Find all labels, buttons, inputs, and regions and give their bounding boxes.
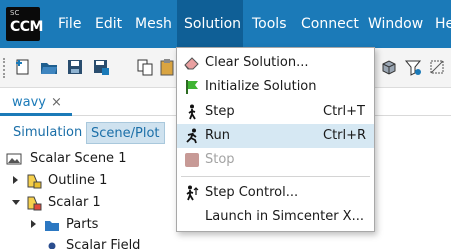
tree-item-scalar-scene[interactable]: Scalar Scene 1 (0, 148, 200, 170)
scalar-displayer-icon (27, 196, 42, 211)
menu-item-label: Step (205, 104, 235, 119)
walking-icon (188, 104, 196, 120)
shortcut-label: Ctrl+R (323, 128, 367, 143)
menu-item-step-control[interactable]: Step Control... (177, 181, 374, 205)
menu-item-step[interactable]: Step Ctrl+T (177, 100, 374, 124)
running-icon (186, 128, 197, 144)
menu-file[interactable]: File (51, 0, 88, 48)
menu-solution[interactable]: Solution (177, 0, 243, 48)
tab-wavy[interactable]: wavy × (0, 90, 72, 116)
bullet-dot-icon (48, 242, 56, 249)
save-as-icon[interactable] (92, 58, 110, 76)
tab-wavy-label: wavy (12, 95, 46, 110)
flag-icon (186, 80, 198, 94)
menu-item-run[interactable]: Run Ctrl+R (177, 124, 374, 148)
tree-item-scalar[interactable]: Scalar 1 (0, 192, 200, 214)
app-logo-small-text: SC (10, 9, 20, 17)
outline-displayer-icon (27, 174, 42, 189)
menu-item-label: Initialize Solution (205, 79, 317, 94)
solution-menu: Clear Solution... Initialize Solution St… (176, 47, 375, 232)
menu-item-label: Clear Solution... (205, 55, 309, 70)
menu-item-label: Stop (205, 152, 235, 167)
paste-icon[interactable] (158, 58, 176, 76)
menu-help[interactable]: He (428, 0, 451, 48)
app-logo: SC CCM (6, 7, 43, 41)
stop-icon (185, 153, 199, 167)
tree-item-scalar-field[interactable]: Scalar Field (0, 235, 200, 249)
step-control-icon (186, 185, 199, 201)
tree-label: Scalar Field (66, 238, 141, 249)
menu-window[interactable]: Window (361, 0, 430, 48)
mesh-view-icon[interactable] (380, 58, 398, 76)
tree-label: Outline 1 (48, 173, 108, 188)
menu-item-launch-simcenter-x[interactable]: Launch in Simcenter X... (177, 205, 374, 229)
menu-connect[interactable]: Connect (294, 0, 366, 48)
tree-item-parts[interactable]: Parts (0, 214, 200, 236)
toolbar-grip[interactable] (3, 58, 7, 78)
menu-mesh[interactable]: Mesh (128, 0, 179, 48)
open-folder-icon[interactable] (40, 58, 58, 76)
menu-item-initialize-solution[interactable]: Initialize Solution (177, 75, 374, 99)
tree-item-outline[interactable]: Outline 1 (0, 170, 200, 192)
menu-separator (181, 176, 370, 177)
tree-label: Scalar Scene 1 (30, 151, 127, 166)
menu-tools[interactable]: Tools (245, 0, 294, 48)
close-icon[interactable]: × (51, 95, 62, 110)
copy-icon[interactable] (136, 58, 154, 76)
tree-label: Scalar 1 (48, 195, 101, 210)
collapse-icon[interactable] (12, 200, 20, 205)
shortcut-label: Ctrl+T (323, 104, 365, 119)
save-icon[interactable] (66, 58, 84, 76)
menu-item-label: Launch in Simcenter X... (205, 209, 364, 224)
menu-item-clear-solution[interactable]: Clear Solution... (177, 51, 374, 75)
bounding-box-icon[interactable] (428, 58, 446, 76)
app-logo-main-text: CCM (10, 19, 43, 35)
tab-simulation[interactable]: Simulation (9, 122, 86, 144)
expand-icon[interactable] (13, 176, 18, 184)
tree-label: Parts (66, 217, 99, 232)
new-simulation-icon[interactable] (14, 58, 32, 76)
menu-bar: SC CCM File Edit Mesh Solution Tools Con… (0, 0, 451, 48)
menu-edit[interactable]: Edit (88, 0, 129, 48)
menu-item-label: Run (205, 128, 230, 143)
folder-icon (45, 221, 59, 231)
menu-item-label: Step Control... (205, 185, 299, 200)
tab-scene-plot[interactable]: Scene/Plot (86, 122, 165, 144)
eraser-icon (184, 57, 199, 70)
scene-icon (6, 153, 22, 165)
filter-icon[interactable] (404, 58, 422, 76)
menu-item-stop: Stop (177, 148, 374, 172)
expand-icon[interactable] (31, 220, 36, 228)
